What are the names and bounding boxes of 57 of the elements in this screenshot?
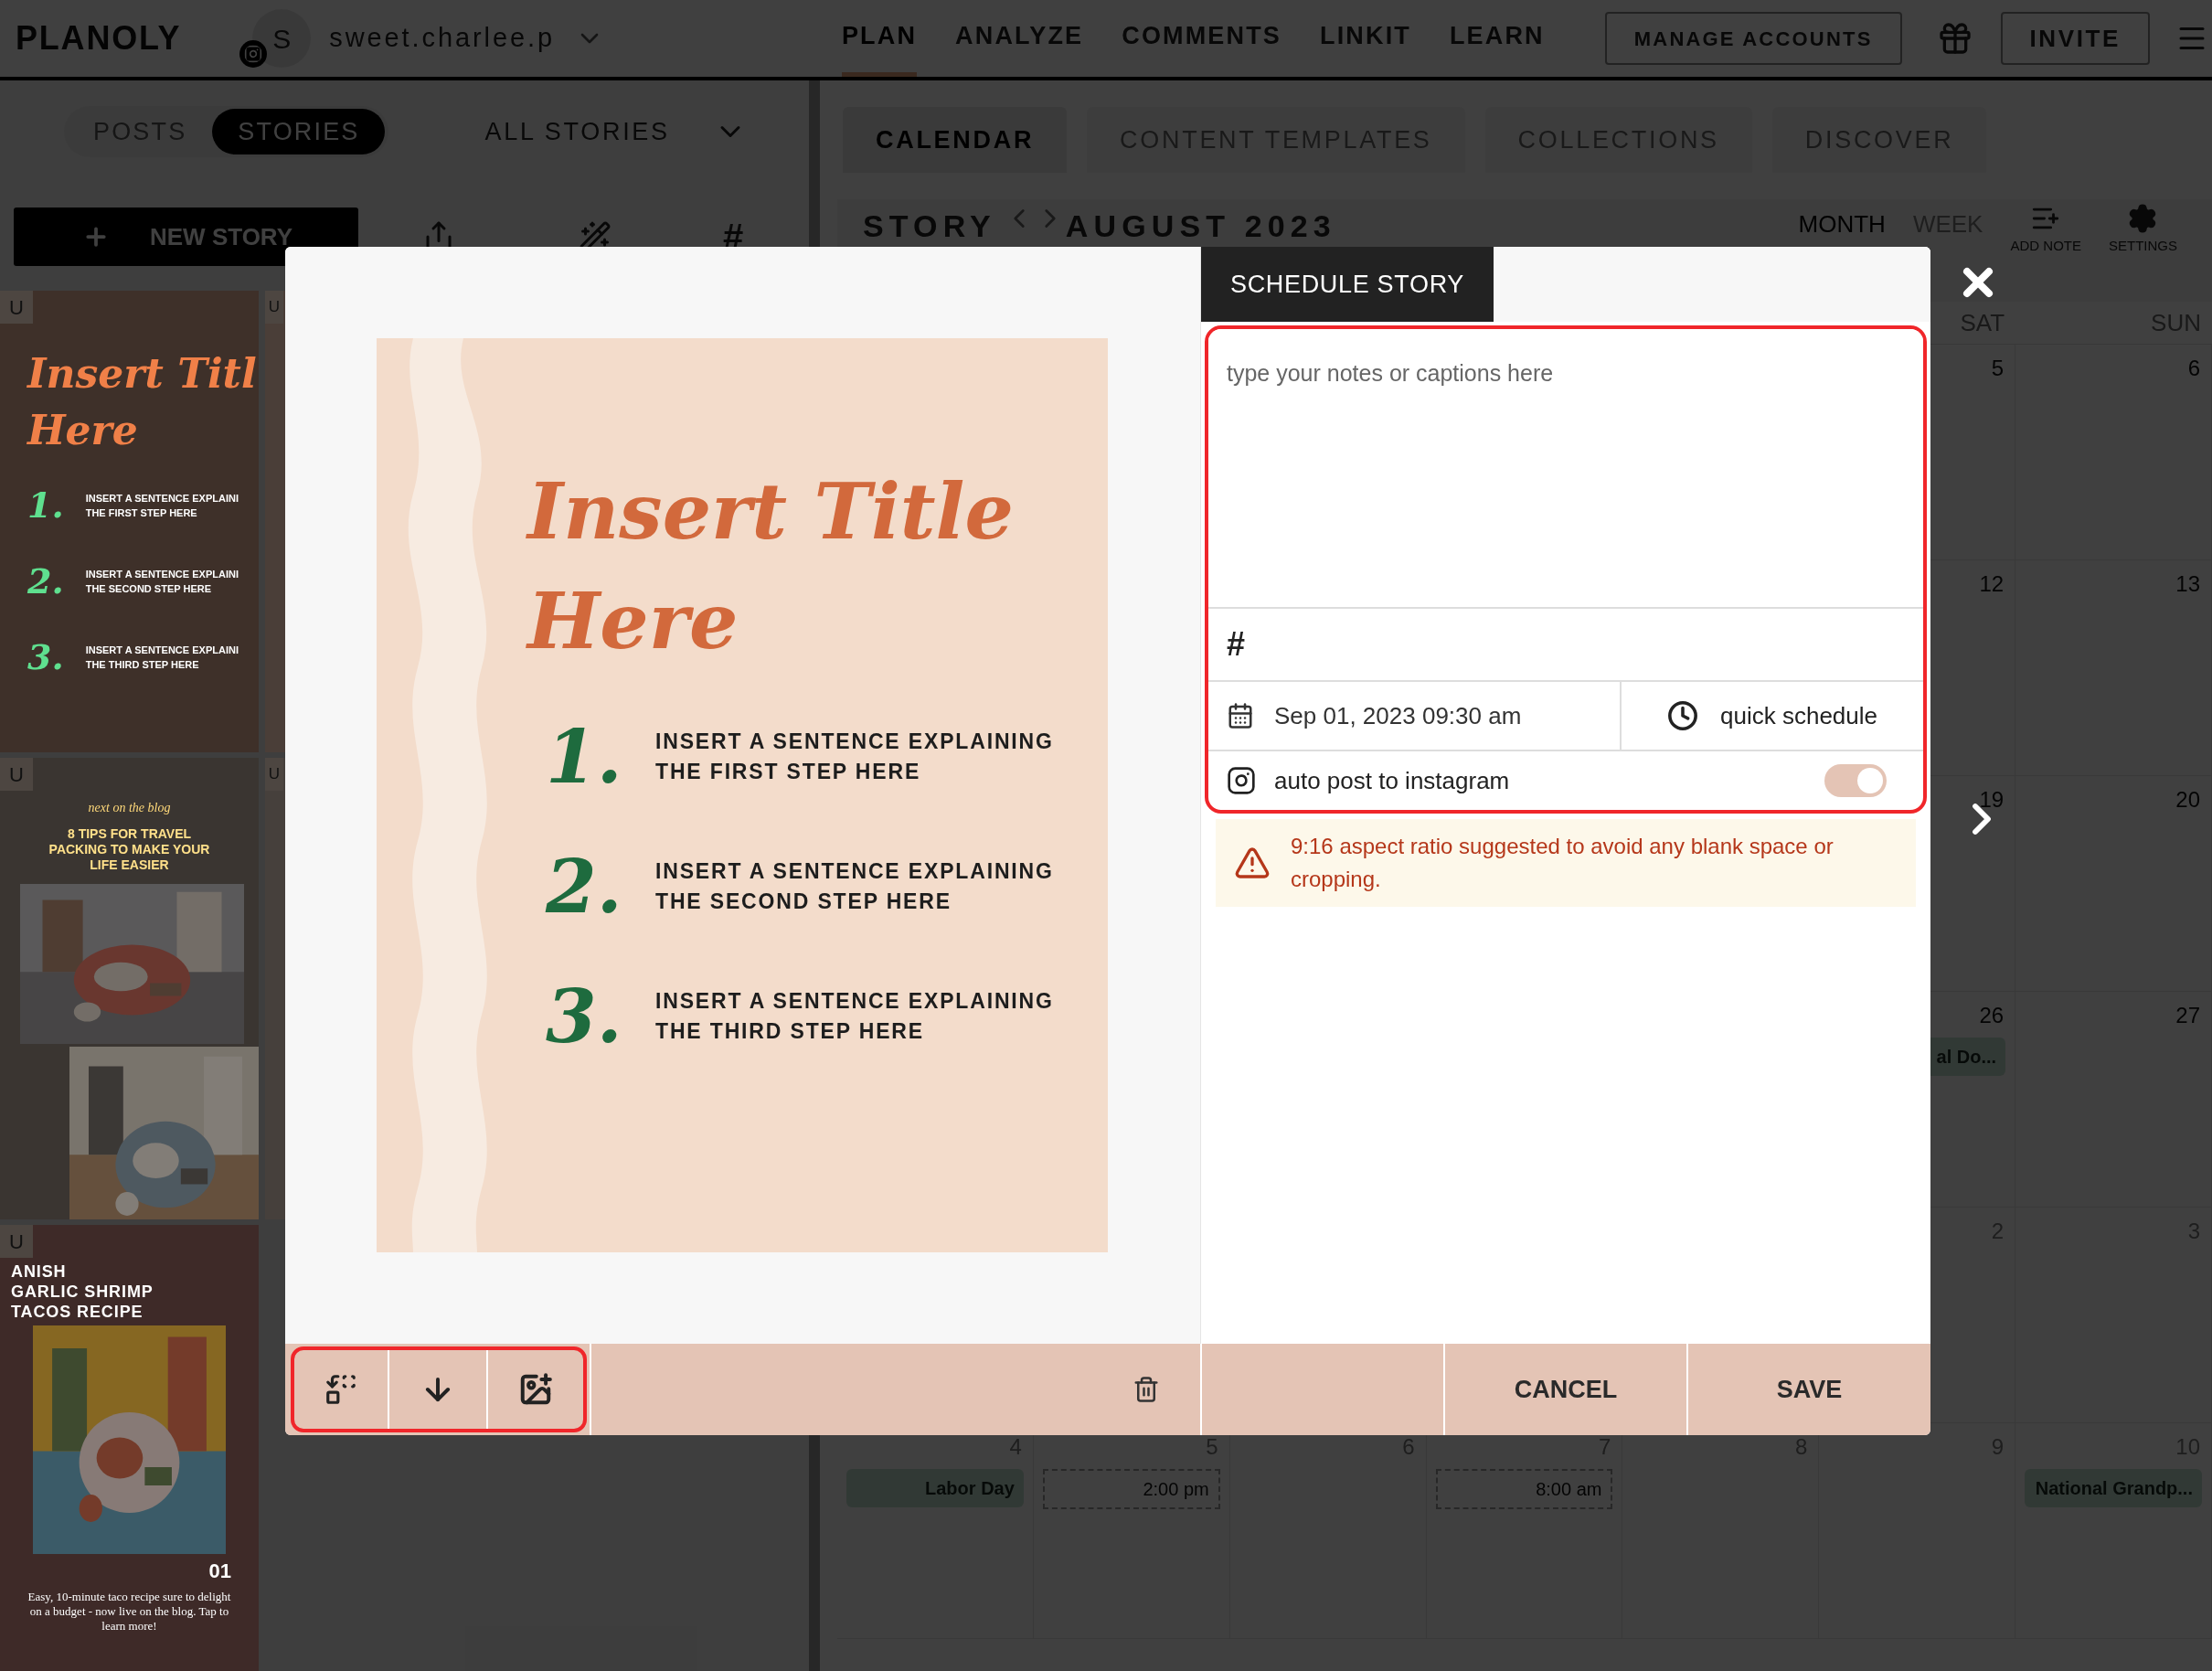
day-number: 27: [2175, 1002, 2201, 1029]
hashtag-field[interactable]: #: [1227, 620, 1246, 669]
nav-tab[interactable]: COMMENTS: [1122, 0, 1281, 77]
step-number: 3.: [27, 635, 64, 679]
upload-badge: U: [0, 291, 33, 324]
instagram-icon: [1227, 766, 1256, 795]
auto-post-label: auto post to instagram: [1274, 765, 1510, 796]
preview-title: Insert Title Here: [527, 465, 1015, 668]
quick-schedule-button[interactable]: quick schedule: [1622, 682, 1923, 750]
step-text: INSERT A SENTENCE EXPLAINI THE SECOND STEP HERE: [85, 567, 239, 596]
story-card[interactable]: U ANISH GARLIC SHRIMP TACOS RECIPE 01 Easy, 10-minute taco recipe sure to delight on a budget - now live on the blog. Tap to learn more!: [0, 1225, 259, 1671]
day-number: 20: [2175, 786, 2201, 814]
auto-post-toggle[interactable]: [1824, 764, 1887, 797]
step-text: INSERT A SENTENCE EXPLAINI THE FIRST STEP HERE: [85, 491, 239, 520]
cancel-button[interactable]: CANCEL: [1443, 1344, 1686, 1435]
day-number: 26: [1979, 1002, 2005, 1029]
delete-icon[interactable]: [1133, 1376, 1160, 1403]
day-number: 13: [2175, 570, 2201, 598]
warning-icon: [1234, 845, 1271, 881]
caption-input[interactable]: type your notes or captions here: [1208, 329, 1923, 607]
view-option[interactable]: MONTH: [1798, 207, 1886, 242]
story-card[interactable]: U Insert Titl Here 1. INSERT A SENTENCE EXPLAINI THE FIRST STEP HERE 2. INSERT A SENTENCE EXPLAINI THE SECOND STEP HERE 3. INSERT A SENTENCE EXPLAINI THE THIRD STEP HERE: [0, 291, 259, 752]
step-text: INSERT A SENTENCE EXPLAINING THE THIRD STEP HERE: [655, 988, 1054, 1045]
day-number: 12: [1979, 570, 2005, 598]
story-caption: Easy, 10-minute taco recipe sure to delight on a budget - now live on the blog. Tap to learn more!: [27, 1590, 232, 1634]
nav-tab[interactable]: LINKIT: [1320, 0, 1411, 77]
day-number: 5: [1991, 355, 2005, 382]
step-text: INSERT A SENTENCE EXPLAINI THE THIRD STEP HERE: [85, 643, 239, 672]
story-kicker: next on the blog: [88, 800, 171, 816]
story-title: 8 TIPS FOR TRAVEL PACKING TO MAKE YOUR LIFE EASIER: [48, 826, 211, 873]
schedule-story-tab[interactable]: SCHEDULE STORY: [1201, 247, 1494, 322]
story-title: Insert Titl Here: [27, 349, 258, 455]
step-number: 3.: [546, 980, 619, 1053]
upload-badge: U: [0, 758, 33, 791]
story-card[interactable]: U next on the blog 8 TIPS FOR TRAVEL PACKING TO MAKE YOUR LIFE EASIER: [0, 758, 259, 1219]
step-number: 2.: [546, 850, 619, 923]
step-text: INSERT A SENTENCE EXPLAINING THE FIRST STEP HERE: [655, 729, 1054, 785]
story-title: ANISH GARLIC SHRIMP TACOS RECIPE: [11, 1261, 154, 1322]
step-text: INSERT A SENTENCE EXPLAINING THE SECOND STEP HERE: [655, 858, 1054, 915]
upload-badge: U: [0, 1225, 33, 1258]
warning-text: 9:16 aspect ratio suggested to avoid any blank space or cropping.: [1291, 833, 1834, 893]
save-button[interactable]: SAVE: [1686, 1344, 1930, 1435]
upload-badge: U: [265, 291, 283, 324]
image-edit-icon: [518, 1372, 553, 1407]
day-number: 19: [1979, 786, 2005, 814]
nav-tab[interactable]: LEARN: [1449, 0, 1545, 77]
nav-tab[interactable]: ANALYZE: [955, 0, 1084, 77]
step-number: 1.: [546, 720, 619, 793]
story-page-number: 01: [208, 1559, 231, 1584]
swap-icon: [324, 1372, 358, 1407]
calendar-icon: [1227, 702, 1254, 729]
date-picker[interactable]: Sep 01, 2023 09:30 am: [1208, 682, 1622, 750]
clock-icon: [1667, 700, 1698, 731]
day-number: 6: [2187, 355, 2201, 382]
step-number: 1.: [27, 484, 64, 527]
upload-badge: U: [265, 758, 283, 791]
step-number: 2.: [27, 559, 64, 603]
